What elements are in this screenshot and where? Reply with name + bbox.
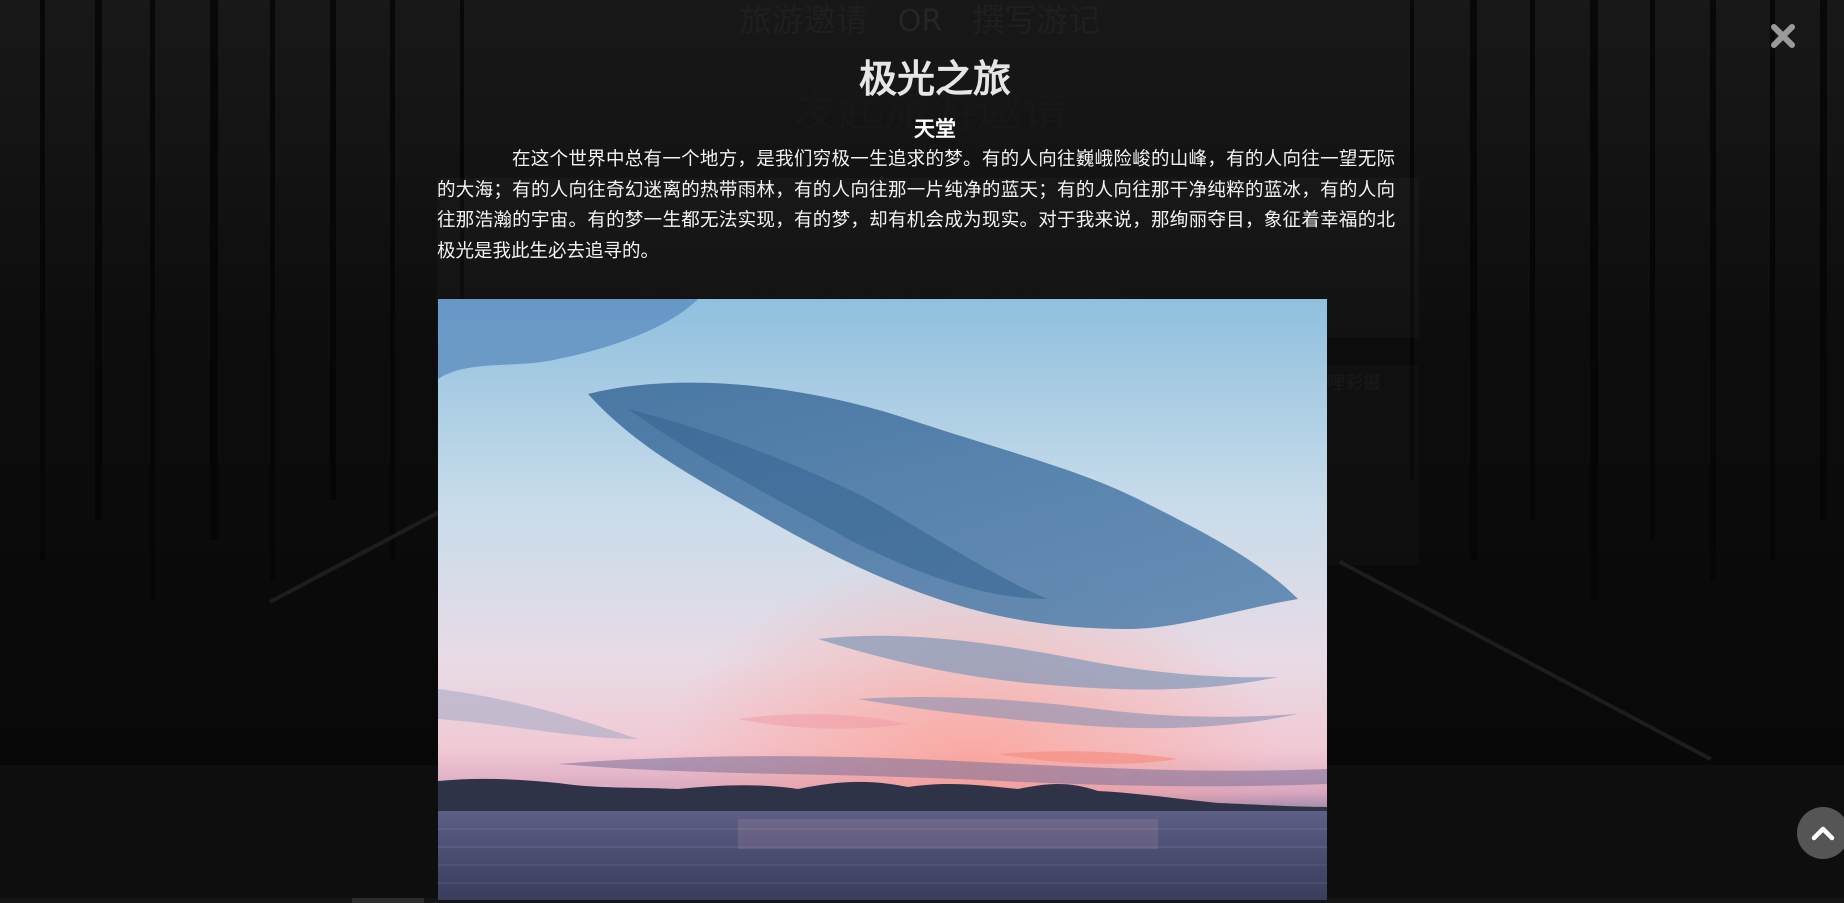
close-button[interactable]: [1765, 18, 1801, 54]
sunset-sky-photo: [438, 299, 1327, 900]
modal-title: 极光之旅: [858, 57, 1011, 101]
modal-subtitle: 天堂: [914, 117, 956, 141]
scroll-to-top-button[interactable]: [1797, 807, 1844, 859]
page: 旅游邀请 OR 撰写游记 发起旅游邀请 联系方式是必要的，但我们不会主动透露你的…: [0, 0, 1844, 903]
modal-body-text: 在这个世界中总有一个地方，是我们穷极一生追求的梦。有的人向往巍峨险峻的山峰，有的…: [437, 149, 1395, 262]
close-icon: [1771, 24, 1795, 48]
chevron-up-icon: [1811, 826, 1835, 841]
